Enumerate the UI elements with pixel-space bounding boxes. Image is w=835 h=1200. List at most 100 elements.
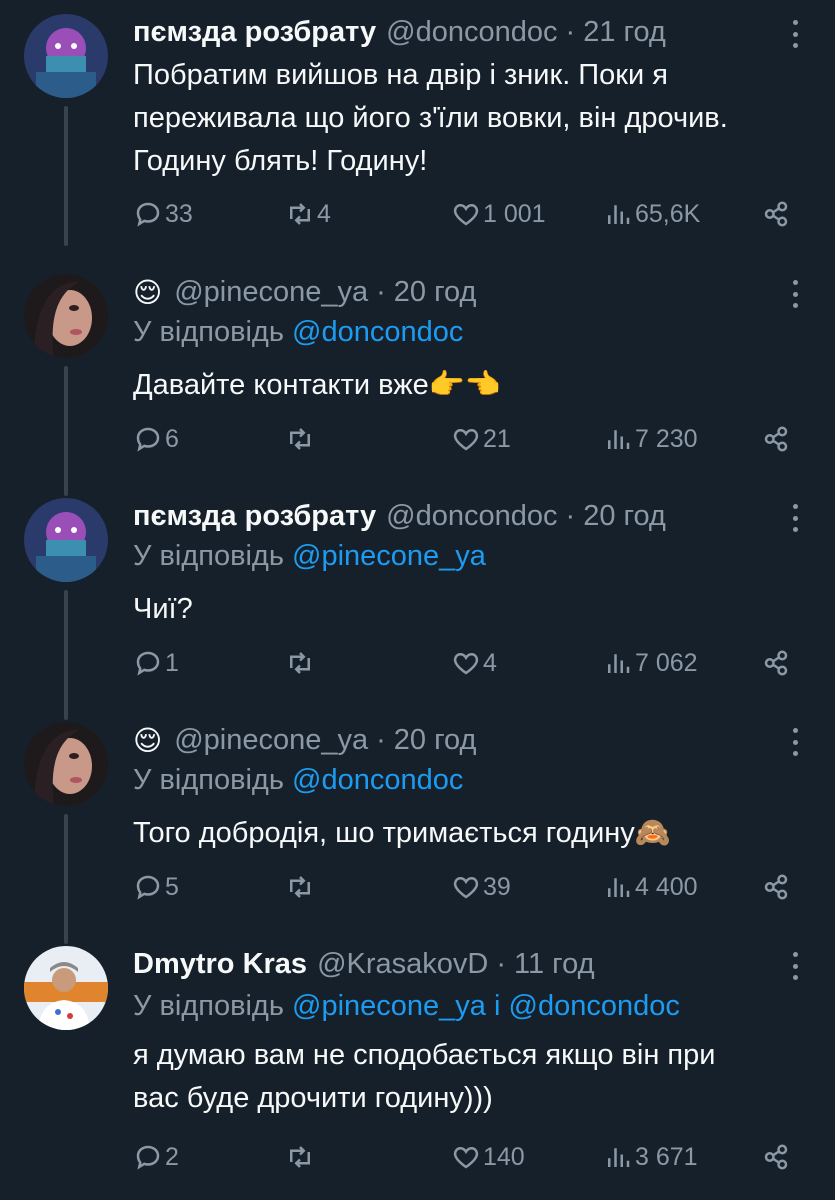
display-name[interactable]: пємзда розбрату [133,16,376,49]
more-icon[interactable] [791,952,799,980]
display-name[interactable]: 😌 [133,276,162,309]
reply-context: У відповідь @pinecone_ya [133,540,486,573]
reply-button[interactable]: 1 [133,648,179,678]
avatar[interactable] [24,14,108,98]
share-button[interactable] [761,424,793,454]
display-name[interactable]: Dmytro Kras [133,948,307,981]
tweet-text-line: вас буде дрочити годину))) [133,1082,493,1114]
handle[interactable]: @doncondoc [386,500,557,533]
retweet-icon [290,203,310,225]
reply-button[interactable]: 6 [133,424,179,454]
mention-link[interactable]: @doncondoc [292,316,463,348]
retweet-button[interactable]: 4 [285,199,331,229]
more-icon[interactable] [791,20,799,48]
tweet[interactable]: 😌 @pinecone_ya · 20 год У відповідь @don… [0,274,835,496]
separator: · [376,723,386,756]
reply-icon [136,427,160,452]
mention-link[interactable]: @doncondoc [509,990,680,1022]
tweet-text-line: переживала що його з'їли вовки, він дроч… [133,102,728,134]
reply-count: 6 [165,424,179,453]
retweet-button[interactable] [285,648,317,678]
reply-button[interactable]: 5 [133,872,179,902]
like-icon [453,428,479,451]
mention-link[interactable]: @pinecone_ya [292,990,486,1022]
like-count: 140 [483,1142,525,1171]
separator: · [376,275,386,308]
like-button[interactable]: 4 [451,648,497,678]
avatar[interactable] [24,946,108,1030]
handle[interactable]: @doncondoc [386,16,557,49]
views-button[interactable]: 65,6K [603,199,700,229]
handle[interactable]: @pinecone_ya [174,724,368,757]
views-icon [608,654,630,673]
share-button[interactable] [761,872,793,902]
retweet-button[interactable] [285,1142,317,1172]
tweet[interactable]: пємзда розбрату @doncondoc · 21 год Побр… [0,14,835,246]
share-icon [764,426,788,452]
mention-link[interactable]: @pinecone_ya [292,540,486,572]
more-icon[interactable] [791,504,799,532]
like-count: 39 [483,872,511,901]
tweet-text-line: Давайте контакти вже👉👈 [133,369,501,401]
avatar[interactable] [24,722,108,806]
like-button[interactable]: 21 [451,424,511,454]
timestamp[interactable]: 21 год [583,16,666,49]
tweet-text-line: Побратим вийшов на двір і зник. Поки я [133,59,668,91]
tweet-header: пємзда розбрату @doncondoc · 21 год [133,14,775,50]
retweet-icon [290,652,310,674]
views-button[interactable]: 7 230 [603,424,698,454]
handle[interactable]: @pinecone_ya [174,276,368,309]
share-button[interactable] [761,648,793,678]
timestamp[interactable]: 11 год [514,948,595,981]
display-name[interactable]: 😌 [133,724,162,757]
like-icon [453,203,479,226]
tweet-actions: 2 140 3 671 [133,1142,803,1178]
share-button[interactable] [761,199,793,229]
mention-link[interactable]: @doncondoc [292,764,463,796]
views-icon [608,878,630,897]
reply-thread: пємзда розбрату @doncondoc · 21 год Побр… [0,0,835,1200]
tweet[interactable]: Dmytro Kras @KrasakovD · 11 год У відпов… [0,946,835,1196]
timestamp[interactable]: 20 год [394,276,477,309]
reply-prefix: У відповідь [133,990,284,1022]
timestamp[interactable]: 20 год [394,724,477,757]
retweet-button[interactable] [285,872,317,902]
tweet-text: Побратим вийшов на двір і зник. Поки я п… [133,54,813,183]
reply-count: 5 [165,872,179,901]
share-button[interactable] [761,1142,793,1172]
reply-button[interactable]: 2 [133,1142,179,1172]
views-button[interactable]: 4 400 [603,872,698,902]
tweet-text-line: Того добродія, шо тримається годину🙈 [133,817,671,849]
like-button[interactable]: 1 001 [451,199,546,229]
timestamp[interactable]: 20 год [583,500,666,533]
tweet[interactable]: 😌 @pinecone_ya · 20 год У відповідь @don… [0,722,835,944]
reply-context: У відповідь @pinecone_ya і @doncondoc [133,990,680,1023]
views-count: 4 400 [635,872,698,901]
avatar[interactable] [24,274,108,358]
separator: · [496,947,507,980]
tweet-actions: 6 21 7 230 [133,424,803,460]
tweet-header: Dmytro Kras @KrasakovD · 11 год [133,946,775,982]
like-button[interactable]: 140 [451,1142,525,1172]
reply-button[interactable]: 33 [133,199,193,229]
views-button[interactable]: 7 062 [603,648,698,678]
tweet[interactable]: пємзда розбрату @doncondoc · 20 год У ві… [0,498,835,720]
tweet-actions: 33 4 1 001 65,6K [133,199,803,235]
views-button[interactable]: 3 671 [603,1142,698,1172]
handle[interactable]: @KrasakovD [317,948,488,981]
like-count: 21 [483,424,511,453]
tweet-text-line: Чиї? [133,593,193,625]
thread-line [64,814,68,944]
more-icon[interactable] [791,280,799,308]
views-icon [608,205,630,224]
display-name[interactable]: пємзда розбрату [133,500,376,533]
share-icon [764,650,788,676]
views-count: 7 062 [635,648,698,677]
tweet-header: пємзда розбрату @doncondoc · 20 год [133,498,775,534]
like-button[interactable]: 39 [451,872,511,902]
more-icon[interactable] [791,728,799,756]
views-count: 65,6K [635,199,701,228]
thread-line [64,366,68,496]
avatar[interactable] [24,498,108,582]
retweet-button[interactable] [285,424,317,454]
